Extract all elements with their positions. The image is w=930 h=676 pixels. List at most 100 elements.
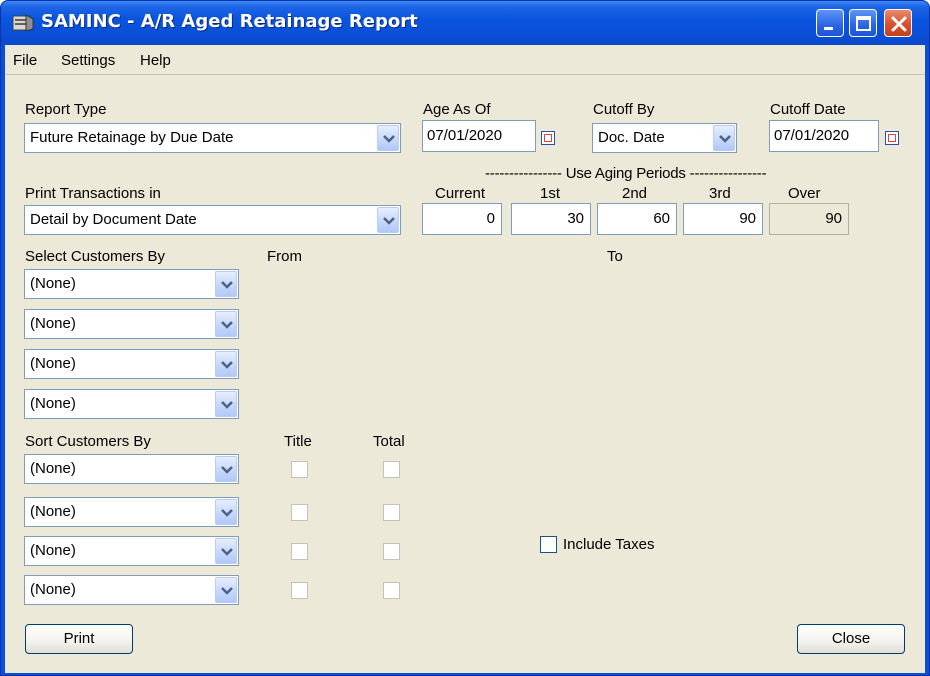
dialog-client-area: File Settings Help Report Type Future Re… [5, 45, 925, 673]
sort-total-label: Total [373, 433, 405, 450]
title-bar[interactable]: SAMINC - A/R Aged Retainage Report [1, 1, 929, 45]
aging-over-field: 90 [769, 203, 849, 235]
sort-title-checkbox-4 [291, 582, 308, 599]
select-customers-label: Select Customers By [25, 248, 166, 265]
cutoff-date-value: 07/01/2020 [774, 127, 850, 144]
select-customers-row-4[interactable]: (None) [24, 389, 239, 419]
cutoff-date-calendar-icon[interactable] [885, 131, 899, 145]
select-customers-row-3-value: (None) [30, 355, 76, 372]
include-taxes-label: Include Taxes [563, 536, 655, 553]
minimize-button[interactable] [816, 9, 844, 37]
select-customers-row-2-dropdown[interactable] [215, 311, 237, 337]
menu-help[interactable]: Help [140, 52, 171, 69]
cutoff-by-select[interactable]: Doc. Date [592, 123, 737, 153]
aging-label-2nd: 2nd [622, 185, 648, 202]
cutoff-date-field[interactable]: 07/01/2020 [769, 120, 879, 152]
print-button[interactable]: Print [25, 624, 133, 654]
aging-over-value: 90 [825, 210, 842, 227]
sort-customers-row-2-value: (None) [30, 503, 76, 520]
select-customers-row-3-dropdown[interactable] [215, 351, 237, 377]
menu-bar: File Settings Help [5, 45, 925, 75]
close-button-label: Close [831, 629, 871, 647]
aging-label-3rd: 3rd [709, 185, 731, 202]
sort-title-checkbox-3 [291, 543, 308, 560]
select-customers-row-1-value: (None) [30, 275, 76, 292]
aging-1st-value: 30 [567, 210, 584, 227]
select-customers-row-3[interactable]: (None) [24, 349, 239, 379]
sort-customers-row-3[interactable]: (None) [24, 536, 239, 566]
select-from-label: From [267, 248, 302, 265]
age-as-of-field[interactable]: 07/01/2020 [422, 120, 536, 152]
chevron-down-icon [383, 217, 395, 225]
select-customers-row-4-value: (None) [30, 395, 76, 412]
chevron-down-icon [221, 281, 233, 289]
sort-customers-row-4-dropdown[interactable] [215, 577, 237, 603]
chevron-down-icon [383, 135, 395, 143]
chevron-down-icon [221, 587, 233, 595]
sort-customers-label: Sort Customers By [25, 433, 151, 450]
include-taxes-checkbox[interactable] [540, 536, 557, 553]
aging-current-field[interactable]: 0 [422, 203, 502, 235]
sort-customers-row-4[interactable]: (None) [24, 575, 239, 605]
maximize-icon [856, 16, 871, 31]
chevron-down-icon [221, 401, 233, 409]
sort-title-label: Title [284, 433, 312, 450]
sort-total-checkbox-2 [383, 504, 400, 521]
select-customers-row-2-value: (None) [30, 315, 76, 332]
print-transactions-select[interactable]: Detail by Document Date [24, 205, 401, 235]
chevron-down-icon [221, 321, 233, 329]
select-customers-row-2[interactable]: (None) [24, 309, 239, 339]
sort-customers-row-4-value: (None) [30, 581, 76, 598]
select-customers-row-4-dropdown[interactable] [215, 391, 237, 417]
sort-customers-row-3-value: (None) [30, 542, 76, 559]
sort-total-checkbox-4 [383, 582, 400, 599]
aging-2nd-field[interactable]: 60 [597, 203, 677, 235]
menu-settings[interactable]: Settings [61, 52, 115, 69]
chevron-down-icon [719, 135, 731, 143]
aging-current-value: 0 [486, 210, 495, 227]
select-customers-row-1-dropdown[interactable] [215, 271, 237, 297]
close-button[interactable]: Close [797, 624, 905, 654]
aging-label-over: Over [788, 185, 821, 202]
aging-3rd-value: 90 [739, 210, 756, 227]
chevron-down-icon [221, 466, 233, 474]
chevron-down-icon [221, 361, 233, 369]
cutoff-by-value: Doc. Date [598, 129, 665, 146]
age-as-of-calendar-icon[interactable] [541, 131, 555, 145]
close-window-button[interactable] [884, 9, 912, 37]
aging-label-1st: 1st [540, 185, 561, 202]
report-type-select[interactable]: Future Retainage by Due Date [24, 123, 401, 153]
print-transactions-dropdown-button[interactable] [377, 207, 399, 233]
report-window: SAMINC - A/R Aged Retainage Report File … [0, 0, 930, 676]
aging-3rd-field[interactable]: 90 [683, 203, 763, 235]
minimize-icon [824, 27, 833, 30]
cutoff-by-dropdown-button[interactable] [713, 125, 735, 151]
sort-customers-row-1-dropdown[interactable] [215, 456, 237, 482]
report-type-label: Report Type [25, 101, 107, 118]
maximize-button[interactable] [849, 9, 877, 37]
window-title: SAMINC - A/R Aged Retainage Report [41, 11, 418, 32]
sort-customers-row-3-dropdown[interactable] [215, 538, 237, 564]
sort-total-checkbox-3 [383, 543, 400, 560]
report-type-value: Future Retainage by Due Date [30, 129, 234, 146]
select-customers-row-1[interactable]: (None) [24, 269, 239, 299]
menu-file[interactable]: File [13, 52, 37, 69]
report-type-dropdown-button[interactable] [377, 125, 399, 151]
report-app-icon[interactable] [12, 13, 34, 33]
cutoff-date-label: Cutoff Date [770, 101, 846, 118]
aging-periods-header: ---------------- Use Aging Periods -----… [485, 165, 767, 182]
chevron-down-icon [221, 548, 233, 556]
cutoff-by-label: Cutoff By [593, 101, 655, 118]
aging-1st-field[interactable]: 30 [511, 203, 591, 235]
sort-total-checkbox-1 [383, 461, 400, 478]
sort-customers-row-1[interactable]: (None) [24, 454, 239, 484]
sort-title-checkbox-2 [291, 504, 308, 521]
print-transactions-label: Print Transactions in [25, 185, 161, 202]
select-to-label: To [607, 248, 623, 265]
age-as-of-label: Age As Of [423, 101, 491, 118]
sort-customers-row-2-dropdown[interactable] [215, 499, 237, 525]
print-transactions-value: Detail by Document Date [30, 211, 197, 228]
close-icon [891, 16, 907, 32]
print-button-label: Print [63, 629, 95, 647]
sort-customers-row-2[interactable]: (None) [24, 497, 239, 527]
